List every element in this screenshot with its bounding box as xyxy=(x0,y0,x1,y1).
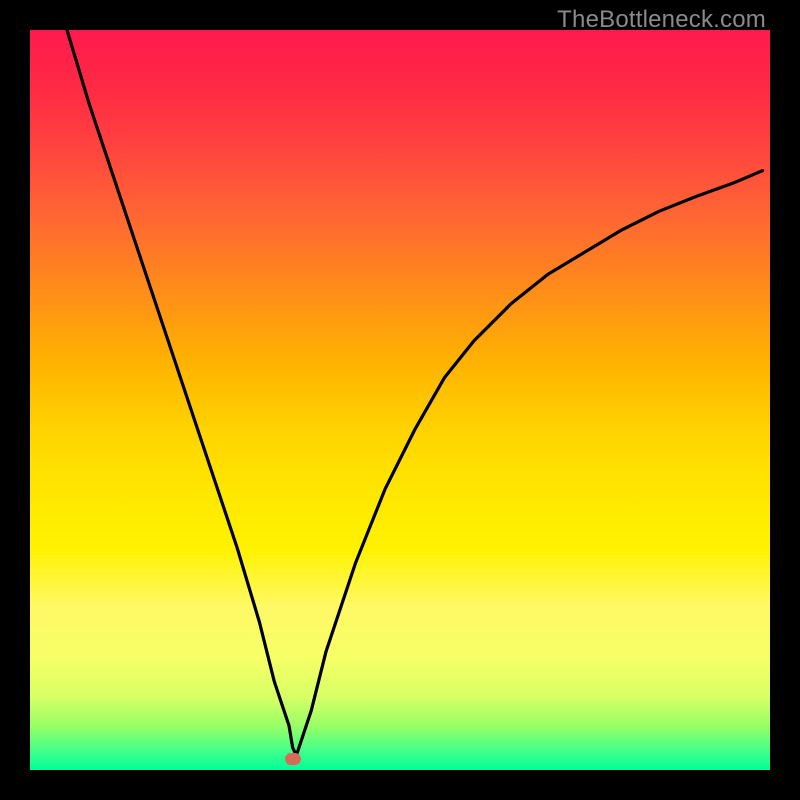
chart-frame: TheBottleneck.com xyxy=(0,0,800,800)
optimum-marker xyxy=(285,753,301,765)
plot-area xyxy=(30,30,770,770)
watermark-text: TheBottleneck.com xyxy=(557,6,766,34)
bottleneck-curve xyxy=(30,30,770,770)
